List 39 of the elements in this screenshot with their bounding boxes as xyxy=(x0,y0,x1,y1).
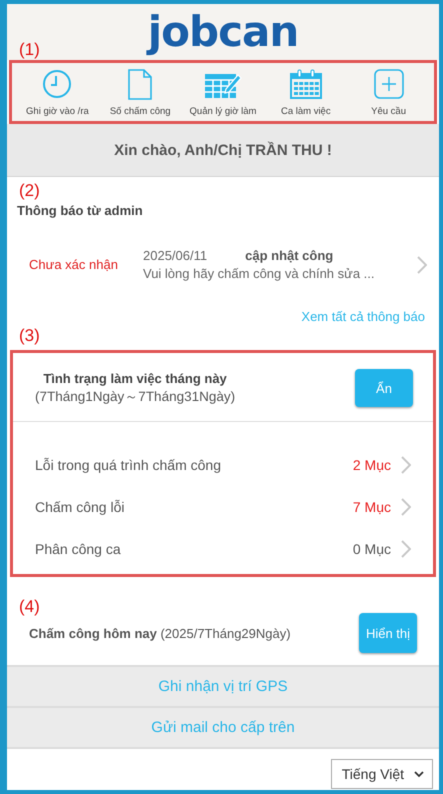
language-select[interactable]: Tiếng Việt xyxy=(330,759,433,789)
chevron-right-icon xyxy=(401,456,411,474)
notice-preview: Vui lòng hãy chấm công và chính sửa ... xyxy=(143,266,376,281)
annotation-label: (4) xyxy=(18,597,41,617)
chevron-right-icon xyxy=(401,540,411,558)
chevron-right-icon xyxy=(401,498,411,516)
chevron-right-icon xyxy=(417,256,427,274)
row-count: 7 Mục xyxy=(352,499,391,515)
status-row[interactable]: Phân công ca 0 Mục xyxy=(13,528,433,570)
document-icon xyxy=(128,69,152,100)
logo: jobcan xyxy=(148,11,298,53)
row-count: 2 Mục xyxy=(352,457,391,473)
nav-item[interactable]: Yêu cầu xyxy=(347,69,430,117)
nav-item[interactable]: Quản lý giờ làm xyxy=(182,69,264,117)
annotation-label: (3) xyxy=(18,326,41,346)
nav-item[interactable]: Ghi giờ vào /ra xyxy=(16,69,99,117)
row-label: Chấm công lỗi xyxy=(35,499,126,515)
row-count: 0 Mục xyxy=(352,541,391,557)
today-title: Chấm công hôm nay (2025/7Tháng29Ngày) xyxy=(29,626,291,640)
nav-item[interactable]: Số chấm công xyxy=(98,69,182,117)
status-period: (7Tháng1Ngày～7Tháng31Ngày) xyxy=(35,388,236,406)
annotation-label: (2) xyxy=(18,181,41,201)
row-label: Lỗi trong quá trình chấm công xyxy=(35,457,222,473)
annotation-label: (1) xyxy=(19,40,40,60)
notice-subject: cập nhật công xyxy=(245,248,334,263)
notice-item[interactable]: Chưa xác nhận 2025/06/11 cập nhật công Vui lòng hãy chấm công và chính sửa ... xyxy=(7,220,439,309)
caret-icon xyxy=(414,770,424,778)
notice-status: Chưa xác nhận xyxy=(29,257,119,272)
nav-item[interactable]: Ca làm việc xyxy=(264,69,348,117)
clock-icon xyxy=(42,69,72,99)
notice-date: 2025/06/11 xyxy=(143,248,208,263)
plus-icon xyxy=(374,69,404,99)
status-row[interactable]: Lỗi trong quá trình chấm công 2 Mục xyxy=(13,444,433,486)
row-label: Phân công ca xyxy=(35,541,122,557)
calendar-icon xyxy=(290,69,322,99)
section-title: Thông báo từ admin xyxy=(16,202,144,220)
status-row[interactable]: Chấm công lỗi 7 Mục xyxy=(13,486,433,528)
greeting-banner: Xin chào, Anh/Chị TRẦN THU ! xyxy=(7,124,439,177)
status-title: Tình trạng làm việc tháng này xyxy=(43,370,227,386)
